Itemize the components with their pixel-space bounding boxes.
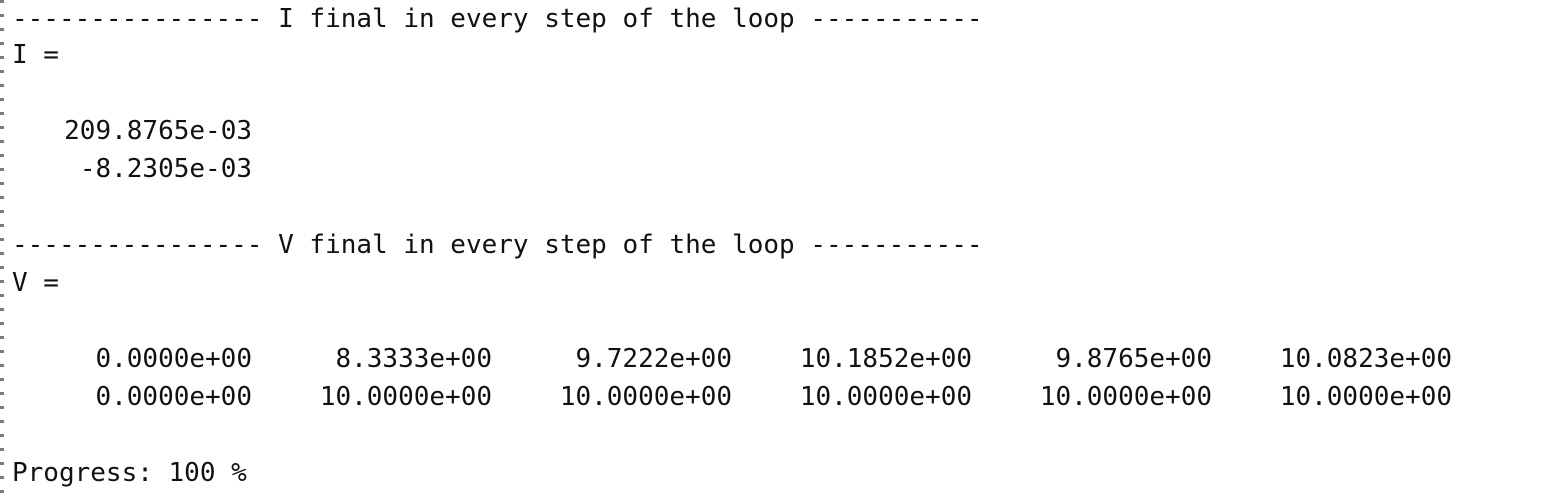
- v-value: 9.7222e+00: [575, 344, 732, 374]
- cut-off-line: Cl Pl cl Pl: [12, 486, 772, 498]
- v-value: 10.0000e+00: [319, 382, 492, 412]
- v-value: 0.0000e+00: [95, 344, 252, 374]
- v-value: 10.0000e+00: [1279, 382, 1452, 412]
- v-section-header: ---------------- V final in every step o…: [12, 230, 983, 260]
- v-value: 10.0000e+00: [559, 382, 732, 412]
- v-value: 10.1852e+00: [799, 344, 972, 374]
- i-value: 209.8765e-03: [64, 116, 252, 146]
- i-variable-label: I =: [12, 40, 59, 70]
- v-value: 10.0000e+00: [1039, 382, 1212, 412]
- console-output[interactable]: ---------------- I final in every step o…: [12, 0, 1566, 498]
- v-value: 9.8765e+00: [1055, 344, 1212, 374]
- window-left-edge: [0, 0, 4, 498]
- i-value: -8.2305e-03: [79, 154, 252, 184]
- v-value: 0.0000e+00: [95, 382, 252, 412]
- v-variable-label: V =: [12, 268, 59, 298]
- cut-off-text: Cl Pl cl Pl: [12, 486, 772, 496]
- v-value: 8.3333e+00: [335, 344, 492, 374]
- v-value: 10.0000e+00: [799, 382, 972, 412]
- i-section-header: ---------------- I final in every step o…: [12, 4, 983, 34]
- v-value: 10.0823e+00: [1279, 344, 1452, 374]
